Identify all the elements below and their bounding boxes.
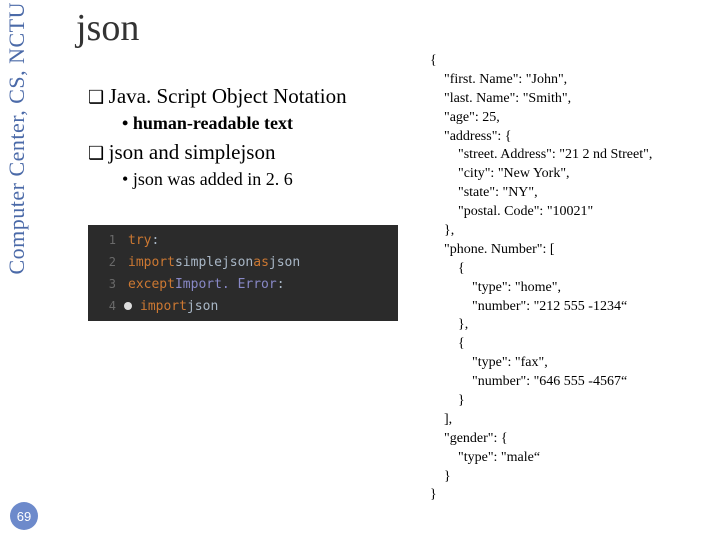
- code-token: import: [140, 299, 187, 314]
- code-token: json: [269, 255, 300, 270]
- code-token: except: [128, 277, 175, 292]
- outline-item-2: json and simplejson: [88, 140, 418, 165]
- slide-title: json: [76, 6, 139, 50]
- outline-item-1: Java. Script Object Notation: [88, 84, 418, 109]
- code-token: as: [253, 255, 269, 270]
- code-line: 2 import simplejson as json: [88, 251, 398, 273]
- line-number: 2: [88, 255, 128, 269]
- code-token: simplejson: [175, 255, 253, 270]
- outline: Java. Script Object Notation human-reada…: [88, 78, 418, 190]
- json-example: { "first. Name": "John", "last. Name": "…: [430, 52, 710, 505]
- sidebar-label: Computer Center, CS, NCTU: [4, 2, 30, 275]
- breakpoint-dot-icon: [124, 302, 132, 310]
- line-number: 1: [88, 233, 128, 247]
- code-token: try: [128, 233, 151, 248]
- code-token: :: [151, 233, 159, 248]
- line-number: 4: [88, 299, 128, 313]
- code-token: import: [128, 255, 175, 270]
- slide-number-badge: 69: [10, 502, 38, 530]
- code-line: 3except Import. Error:: [88, 273, 398, 295]
- code-line: 4 import json: [88, 295, 398, 317]
- code-token: :: [277, 277, 285, 292]
- outline-item-2-bullet-1: json was added in 2. 6: [122, 169, 418, 190]
- code-token: Import. Error: [175, 277, 277, 292]
- line-number: 3: [88, 277, 128, 291]
- outline-item-1-bullet-1: human-readable text: [122, 113, 418, 134]
- code-snippet: 1try:2 import simplejson as json3except …: [88, 225, 398, 321]
- code-token: json: [187, 299, 218, 314]
- code-line: 1try:: [88, 229, 398, 251]
